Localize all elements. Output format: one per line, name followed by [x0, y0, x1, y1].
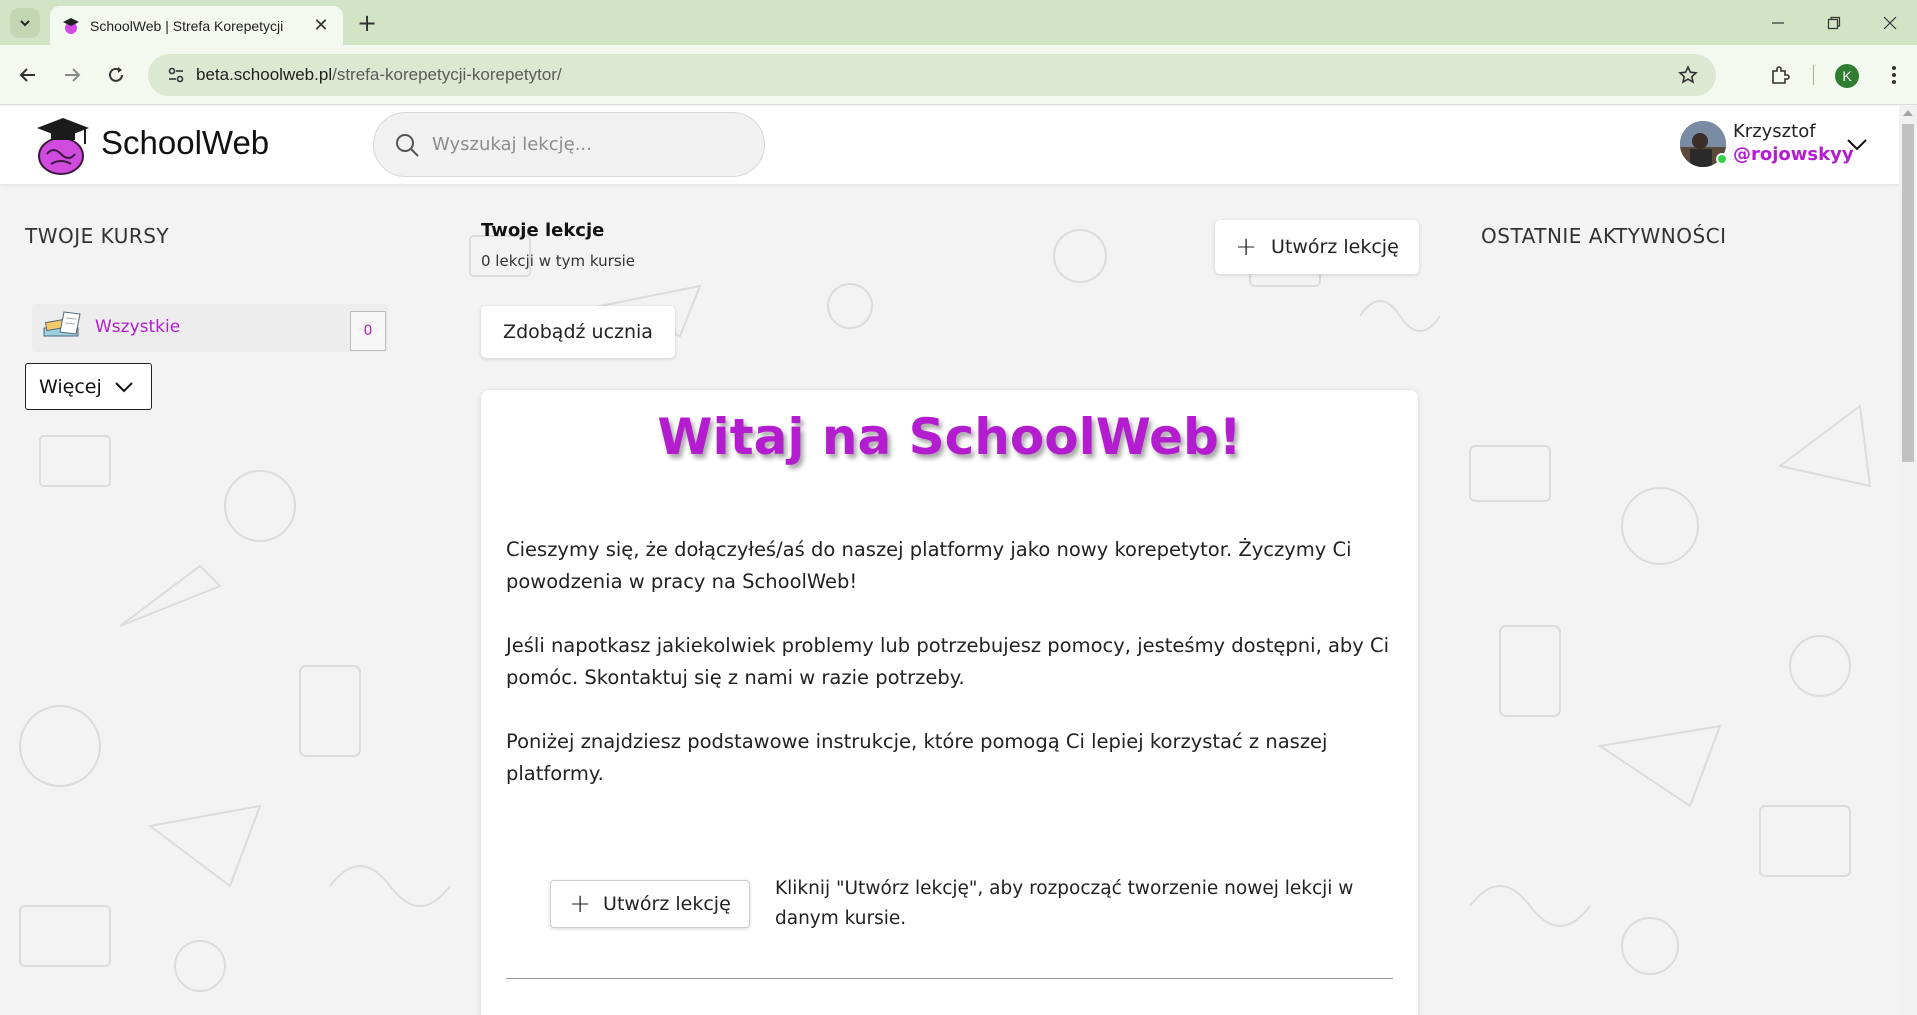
card-divider [506, 978, 1393, 979]
brand-name[interactable]: SchoolWeb [101, 124, 269, 162]
welcome-card: Witaj na SchoolWeb! Cieszymy się, że doł… [481, 390, 1418, 1015]
minimize-icon [1772, 21, 1784, 24]
get-student-label: Zdobądź ucznia [503, 321, 653, 343]
schoolweb-favicon-icon [63, 17, 79, 34]
browser-toolbar: beta.schoolweb.pl/strefa-korepetycji-kor… [0, 45, 1917, 105]
course-item-count: 0 [350, 311, 386, 351]
close-icon [1883, 16, 1897, 29]
tab-title: SchoolWeb | Strefa Korepetycji [90, 17, 284, 34]
create-lesson-label: Utwórz lekcję [1271, 236, 1399, 258]
browser-menu-button[interactable] [1878, 59, 1910, 91]
user-name: Krzysztof [1733, 121, 1816, 142]
welcome-paragraph-2: Jeśli napotkasz jakiekolwiek problemy lu… [506, 634, 1390, 689]
search-input[interactable] [432, 134, 732, 155]
browser-tab-strip: SchoolWeb | Strefa Korepetycji ✕ + [0, 0, 1917, 45]
tab-close-icon[interactable]: ✕ [311, 15, 331, 36]
close-window-button[interactable] [1862, 0, 1917, 45]
card-create-lesson-button[interactable]: + Utwórz lekcję [550, 880, 750, 928]
puzzle-icon [1772, 66, 1790, 84]
page-content: SchoolWeb Krzysztof @rojowskyy TWOJE KUR… [0, 106, 1899, 1015]
lessons-heading: Twoje lekcje [481, 220, 605, 241]
schoolweb-logo-icon[interactable] [33, 114, 91, 176]
books-icon [43, 311, 81, 337]
tab-search-button[interactable] [10, 8, 40, 38]
recent-activity-heading: OSTATNIE AKTYWNOŚCI [1481, 224, 1727, 248]
forward-button[interactable] [56, 59, 88, 91]
card-create-lesson-label: Utwórz lekcję [603, 893, 731, 915]
restore-button[interactable] [1806, 0, 1862, 45]
kebab-menu-icon [1892, 66, 1896, 84]
back-button[interactable] [12, 59, 44, 91]
course-item-all[interactable]: Wszystkie 0 [32, 304, 388, 352]
search-icon [396, 133, 419, 157]
toolbar-divider [1813, 65, 1814, 85]
new-tab-button[interactable]: + [352, 8, 382, 38]
scrollbar-thumb[interactable] [1902, 124, 1914, 462]
page-scrollbar[interactable] [1899, 106, 1917, 1015]
reload-icon [109, 67, 123, 82]
site-info-icon[interactable] [156, 66, 196, 84]
lessons-count: 0 lekcji w tym kursie [481, 252, 636, 270]
course-item-label: Wszystkie [95, 317, 181, 337]
lesson-search[interactable] [373, 112, 765, 177]
minimize-button[interactable] [1750, 0, 1806, 45]
reload-button[interactable] [100, 59, 132, 91]
chevron-down-icon [1847, 139, 1867, 151]
arrow-left-icon [19, 68, 35, 82]
url-host: beta.schoolweb.pl [196, 65, 333, 84]
user-handle[interactable]: @rojowskyy [1733, 144, 1854, 165]
extensions-button[interactable] [1764, 59, 1796, 91]
welcome-paragraph-1: Cieszymy się, że dołączyłeś/aś do naszej… [506, 538, 1352, 593]
plus-icon: + [569, 889, 592, 919]
restore-icon [1827, 16, 1841, 29]
get-student-button[interactable]: Zdobądź ucznia [481, 306, 675, 358]
url-text: beta.schoolweb.pl/strefa-korepetycji-kor… [196, 65, 1668, 85]
site-header: SchoolWeb Krzysztof @rojowskyy [0, 106, 1899, 184]
more-courses-label: Więcej [39, 375, 102, 398]
chevron-down-icon [115, 381, 133, 392]
browser-profile-avatar[interactable]: K [1835, 64, 1859, 88]
url-path: /strefa-korepetycji-korepetytor/ [332, 65, 562, 84]
bookmark-star-icon[interactable] [1668, 65, 1708, 85]
plus-icon: + [1235, 232, 1258, 262]
address-bar[interactable]: beta.schoolweb.pl/strefa-korepetycji-kor… [148, 54, 1716, 96]
arrow-right-icon [65, 68, 81, 82]
courses-heading: TWOJE KURSY [25, 224, 170, 248]
user-menu-toggle[interactable] [1842, 130, 1872, 160]
browser-tab-active[interactable]: SchoolWeb | Strefa Korepetycji ✕ [50, 6, 343, 45]
welcome-title: Witaj na SchoolWeb! [657, 408, 1242, 466]
welcome-paragraph-3: Poniżej znajdziesz podstawowe instrukcje… [506, 730, 1328, 785]
create-lesson-hint: Kliknij "Utwórz lekcję", aby rozpocząć t… [775, 878, 1354, 929]
chevron-down-icon [20, 20, 30, 27]
create-lesson-button[interactable]: + Utwórz lekcję [1215, 220, 1419, 274]
scroll-up-arrow-icon[interactable] [1903, 110, 1913, 116]
more-courses-button[interactable]: Więcej [25, 363, 152, 410]
online-status-dot [1716, 153, 1728, 165]
